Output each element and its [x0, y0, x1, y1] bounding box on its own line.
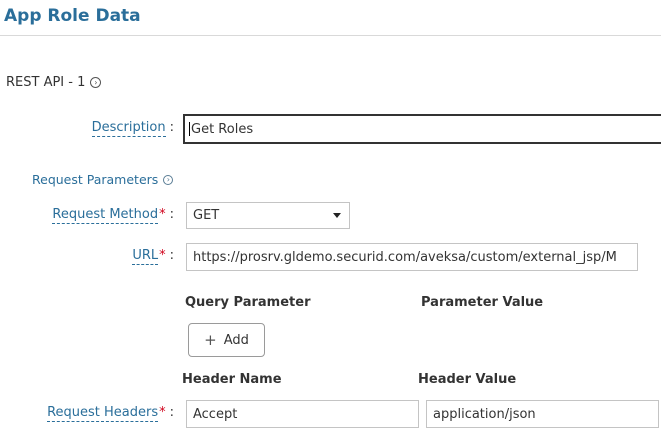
header-value-heading: Header Value [418, 372, 517, 387]
request-headers-label-group: Request Headers * : [47, 405, 174, 422]
description-value: Get Roles [191, 121, 254, 137]
url-label: URL [132, 248, 159, 265]
plus-icon: + [204, 330, 217, 349]
request-method-label-group: Request Method * : [52, 207, 174, 224]
description-label-group: Description : [91, 120, 174, 137]
required-mark: * [159, 207, 166, 222]
request-parameters-label: Request Parameters [32, 172, 159, 187]
title-divider [0, 35, 661, 36]
header-value-input[interactable]: application/json [426, 400, 659, 428]
request-parameters-header[interactable]: Request Parameters › [32, 172, 174, 187]
chevron-right-circle-icon[interactable]: › [90, 77, 102, 88]
request-method-colon: : [169, 207, 174, 222]
description-colon: : [169, 120, 174, 135]
parameter-value-heading: Parameter Value [421, 295, 544, 310]
required-mark: * [159, 405, 166, 420]
request-headers-label: Request Headers [47, 405, 159, 422]
header-value-value: application/json [433, 406, 536, 422]
header-name-input[interactable]: Accept [186, 400, 419, 428]
text-cursor [189, 122, 190, 136]
dropdown-arrow-icon[interactable] [333, 213, 341, 218]
description-label: Description [91, 120, 166, 137]
section-header[interactable]: REST API - 1 › [6, 75, 102, 90]
url-label-group: URL * : [132, 248, 174, 265]
url-input[interactable]: https://prosrv.gldemo.securid.com/aveksa… [186, 243, 638, 271]
required-mark: * [159, 248, 166, 263]
request-method-label: Request Method [52, 207, 159, 224]
request-method-select[interactable]: GET [186, 202, 350, 229]
request-method-value: GET [193, 208, 220, 223]
description-input[interactable]: Get Roles [183, 114, 661, 144]
add-button-label: Add [223, 332, 249, 348]
section-title: REST API - 1 [6, 75, 86, 90]
header-name-value: Accept [193, 406, 238, 422]
url-colon: : [169, 248, 174, 263]
query-parameter-heading: Query Parameter [185, 295, 311, 310]
add-query-parameter-button[interactable]: + Add [188, 323, 265, 357]
header-name-heading: Header Name [182, 372, 282, 387]
page-title: App Role Data [4, 6, 141, 26]
url-value: https://prosrv.gldemo.securid.com/aveksa… [193, 249, 617, 265]
chevron-right-circle-icon[interactable]: › [163, 174, 174, 185]
request-headers-colon: : [169, 405, 174, 420]
